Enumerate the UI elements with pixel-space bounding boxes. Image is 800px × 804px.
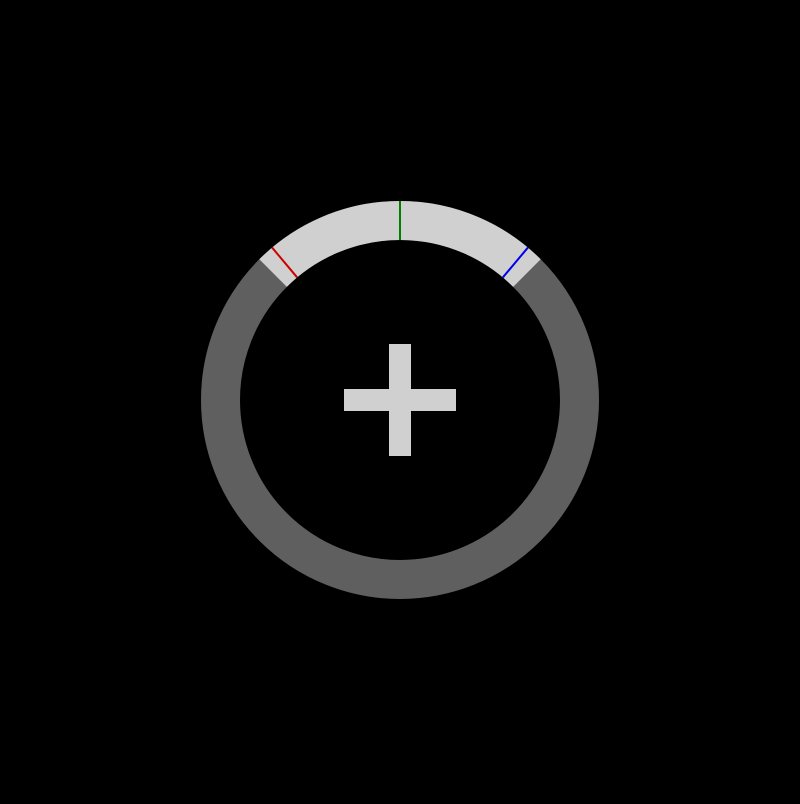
plus-icon[interactable] — [344, 344, 456, 456]
plus-icon-horizontal — [344, 389, 456, 411]
dial-widget[interactable] — [0, 0, 800, 800]
dial-svg — [201, 201, 599, 599]
